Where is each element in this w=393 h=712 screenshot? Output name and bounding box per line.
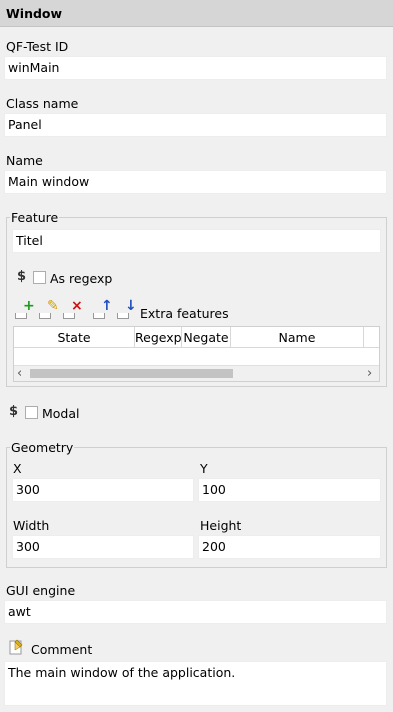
gui-engine-field[interactable]: awt [4,600,387,624]
move-down-icon[interactable]: ↓ [117,299,137,320]
qftest-id-label: QF-Test ID [6,39,69,54]
column-header-filler [364,327,379,348]
panel-header: Window [0,0,393,27]
delete-icon[interactable]: × [63,299,83,320]
add-icon[interactable]: + [15,299,35,320]
column-header-name[interactable]: Name [231,327,364,348]
gui-engine-label: GUI engine [6,583,76,598]
comment-edit-icon[interactable] [9,639,25,655]
class-name-field[interactable]: Panel [4,113,387,137]
name-field[interactable]: Main window [4,170,387,194]
name-label: Name [6,153,43,168]
width-field[interactable]: 300 [12,535,194,559]
y-label: Y [200,461,208,476]
width-label: Width [13,518,50,533]
feature-field[interactable]: Titel [12,229,381,253]
horizontal-scrollbar[interactable]: ‹ › [14,365,379,381]
modal-checkbox[interactable] [25,406,38,419]
modal-label: Modal [42,406,80,421]
qftest-id-field[interactable]: winMain [4,56,387,80]
feature-dollar-icon[interactable]: $ [17,269,26,284]
column-header-state[interactable]: State [14,327,135,348]
column-header-regexp[interactable]: Regexp [135,327,182,348]
comment-label: Comment [31,642,93,657]
modal-dollar-icon[interactable]: $ [9,404,18,419]
x-label: X [13,461,22,476]
feature-legend: Feature [10,210,60,225]
x-field[interactable]: 300 [12,478,194,502]
geometry-legend: Geometry [10,440,75,455]
extra-features-table[interactable]: State Regexp Negate Name ‹ › [13,326,380,382]
comment-textarea[interactable]: The main window of the application. [4,661,387,706]
scroll-right-icon[interactable]: › [367,366,372,381]
column-header-negate[interactable]: Negate [182,327,231,348]
height-label: Height [200,518,242,533]
scrollbar-thumb[interactable] [30,369,233,378]
y-field[interactable]: 100 [198,478,381,502]
panel-title: Window [6,6,63,21]
scroll-left-icon[interactable]: ‹ [17,366,22,381]
height-field[interactable]: 200 [198,535,381,559]
class-name-label: Class name [6,96,79,111]
extra-features-label: Extra features [140,306,229,321]
move-up-icon[interactable]: ↑ [93,299,113,320]
as-regexp-label: As regexp [50,271,113,286]
as-regexp-checkbox[interactable] [33,271,46,284]
edit-icon[interactable]: ✎ [39,299,59,320]
